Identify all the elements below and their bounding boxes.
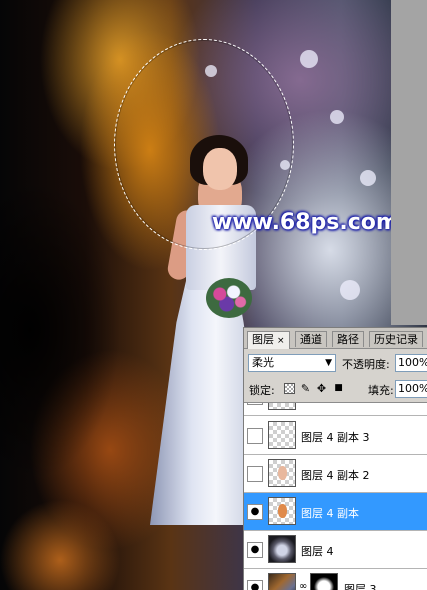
layer-row[interactable]: 图层 4 副本 2 <box>244 455 427 493</box>
layer-list: 图层 4 副本 3 图层 4 副本 2 ● 图层 4 副本 ● 图层 4 ● ∞… <box>244 402 427 590</box>
layer-row[interactable] <box>244 403 427 416</box>
close-icon[interactable]: × <box>277 336 285 346</box>
layer-thumbnail <box>268 497 296 525</box>
layer-name: 图层 4 副本 3 <box>301 431 370 444</box>
tab-channels-label: 通道 <box>300 333 322 346</box>
fill-label: 填充: <box>368 384 394 397</box>
tab-paths-label: 路径 <box>337 333 359 346</box>
bouquet <box>206 278 252 318</box>
thumbnail-content <box>278 504 287 518</box>
visibility-toggle[interactable] <box>247 466 263 482</box>
chain-link-icon[interactable]: ∞ <box>299 581 307 590</box>
blend-row: 柔光 ▼ 不透明度: 100% <box>244 353 427 375</box>
blend-mode-select[interactable]: 柔光 ▼ <box>248 354 336 372</box>
lock-label: 锁定: <box>249 384 275 397</box>
layer-name: 图层 4 <box>301 545 334 558</box>
tab-layers-label: 图层 <box>252 333 274 346</box>
layer-thumbnail <box>268 573 296 590</box>
eye-icon[interactable]: ● <box>247 542 263 558</box>
transparency-lock-icon[interactable] <box>284 383 295 394</box>
panel-tab-bar: 图层 × 通道 路径 历史记录 <box>244 328 427 349</box>
layer-row[interactable]: ● 图层 4 <box>244 531 427 569</box>
layer-mask-thumbnail[interactable] <box>310 573 338 590</box>
blend-mode-value: 柔光 <box>252 356 274 369</box>
layer-thumbnail <box>268 403 296 410</box>
layer-name: 图层 4 副本 2 <box>301 469 370 482</box>
visibility-toggle[interactable] <box>247 403 263 405</box>
workspace-background <box>391 0 427 325</box>
bokeh-light <box>300 50 318 68</box>
move-lock-icon[interactable]: ✥ <box>316 383 327 394</box>
layer-name: 图层 4 副本 <box>301 507 359 520</box>
layer-thumbnail <box>268 535 296 563</box>
tab-channels[interactable]: 通道 <box>295 331 327 347</box>
bokeh-light <box>360 170 376 186</box>
layer-row[interactable]: ● ∞ 图层 3 <box>244 569 427 590</box>
eye-icon[interactable]: ● <box>247 580 263 590</box>
layer-row-selected[interactable]: ● 图层 4 副本 <box>244 493 427 531</box>
visibility-toggle[interactable] <box>247 428 263 444</box>
layer-row[interactable]: 图层 4 副本 3 <box>244 417 427 455</box>
tab-layers[interactable]: 图层 × <box>247 331 290 349</box>
tab-history[interactable]: 历史记录 <box>369 331 423 347</box>
layer-thumbnail <box>268 421 296 449</box>
eye-icon[interactable]: ● <box>247 504 263 520</box>
tab-history-label: 历史记录 <box>374 333 418 346</box>
opacity-label: 不透明度: <box>342 358 390 371</box>
layer-thumbnail <box>268 459 296 487</box>
watermark-text: www.68ps.com <box>212 210 399 235</box>
bokeh-light <box>340 280 360 300</box>
bokeh-light <box>330 110 344 124</box>
thumbnail-content <box>278 466 287 480</box>
layers-panel: 图层 × 通道 路径 历史记录 柔光 ▼ 不透明度: 100% 锁定: ✎ ✥ ■… <box>243 327 427 590</box>
layer-name: 图层 3 <box>344 583 377 590</box>
tab-paths[interactable]: 路径 <box>332 331 364 347</box>
padlock-icon[interactable]: ■ <box>333 383 344 394</box>
opacity-input[interactable]: 100% <box>395 354 427 372</box>
chevron-down-icon: ▼ <box>325 358 332 368</box>
fill-input[interactable]: 100% <box>395 380 427 398</box>
brush-lock-icon[interactable]: ✎ <box>300 383 311 394</box>
lock-row: 锁定: ✎ ✥ ■ 填充: 100% <box>244 378 427 400</box>
